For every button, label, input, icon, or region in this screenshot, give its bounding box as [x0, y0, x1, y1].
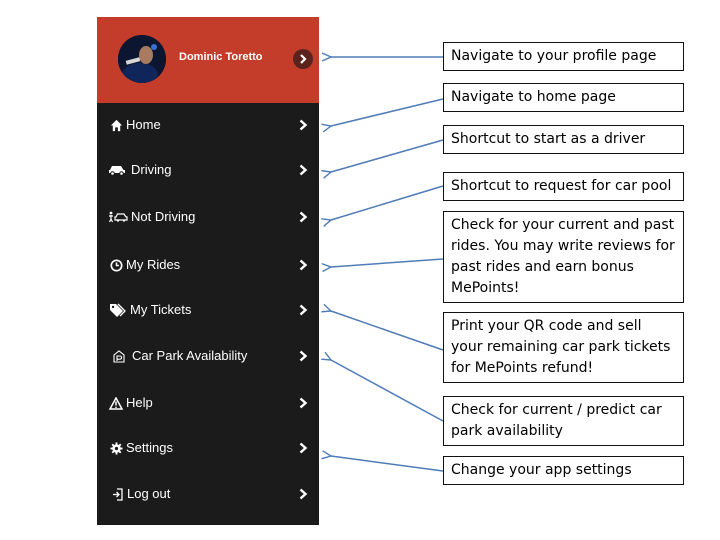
arrow-driving	[331, 139, 444, 172]
arrow-car-park	[331, 360, 444, 422]
arrow-my-rides	[331, 258, 444, 267]
callout-settings: Change your app settings	[443, 456, 684, 485]
callout-profile: Navigate to your profile page	[443, 42, 684, 71]
arrow-not-driving	[331, 185, 444, 220]
arrow-home	[331, 98, 444, 126]
callout-car-park: Check for current / predict car park ava…	[443, 396, 684, 446]
arrow-settings	[331, 456, 444, 472]
callout-not-driving: Shortcut to request for car pool	[443, 172, 684, 201]
callout-home: Navigate to home page	[443, 83, 684, 112]
callout-my-rides: Check for your current and past rides. Y…	[443, 211, 684, 303]
callout-driving: Shortcut to start as a driver	[443, 125, 684, 154]
callout-my-tickets: Print your QR code and sell your remaini…	[443, 312, 684, 383]
arrow-my-tickets	[331, 311, 444, 351]
